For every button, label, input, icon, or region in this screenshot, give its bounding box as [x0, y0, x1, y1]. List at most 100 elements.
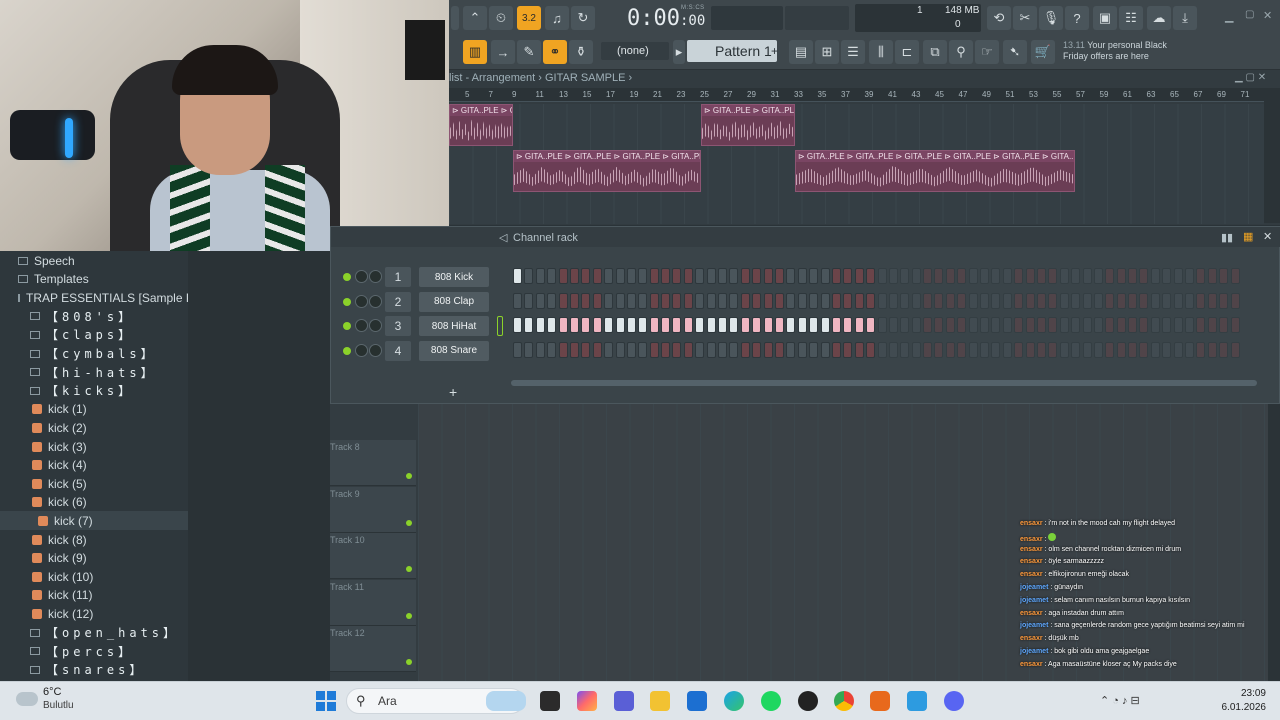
step-button[interactable] — [843, 341, 853, 358]
browser-file-item[interactable]: kick (7) — [0, 511, 188, 531]
toolbar-grip[interactable] — [451, 6, 459, 30]
step-button[interactable] — [786, 317, 796, 333]
step-button[interactable] — [604, 292, 614, 309]
step-button[interactable] — [1162, 341, 1172, 358]
step-button[interactable] — [1219, 268, 1229, 284]
step-button[interactable] — [706, 317, 716, 333]
step-button[interactable] — [581, 292, 591, 309]
step-button[interactable] — [718, 341, 728, 358]
step-button[interactable] — [1071, 341, 1081, 358]
step-button[interactable] — [763, 317, 773, 333]
browser-file-item[interactable]: kick (9) — [0, 549, 188, 568]
channel-pan-knob[interactable] — [355, 343, 368, 357]
channel-pan-knob[interactable] — [355, 294, 368, 308]
step-button[interactable] — [980, 268, 990, 284]
channel-rack-titlebar[interactable] — [331, 227, 1280, 247]
step-button[interactable] — [1014, 341, 1024, 358]
step-button[interactable] — [1025, 268, 1035, 284]
channel-mute-led[interactable] — [343, 297, 351, 306]
step-button[interactable] — [695, 268, 705, 284]
terminal-icon[interactable] — [540, 691, 560, 711]
step-button[interactable] — [729, 292, 739, 309]
save-icon[interactable]: ▣ — [1093, 6, 1117, 30]
step-button[interactable] — [706, 341, 716, 358]
step-button[interactable] — [661, 317, 671, 333]
browser-folder-item[interactable]: 【kicks】 — [0, 381, 188, 400]
step-button[interactable] — [1082, 268, 1092, 284]
browser-tree-icon[interactable]: ⊏ — [895, 40, 919, 64]
step-button[interactable] — [1116, 341, 1126, 358]
step-button[interactable] — [1219, 341, 1229, 358]
step-button[interactable] — [683, 341, 693, 358]
step-button[interactable] — [1219, 292, 1229, 309]
step-button[interactable] — [740, 341, 750, 358]
browser-file-item[interactable]: kick (5) — [0, 474, 188, 493]
windows-start-icon[interactable] — [316, 691, 336, 711]
channel-mixer-track[interactable]: 4 — [385, 340, 411, 361]
step-button[interactable] — [1002, 292, 1012, 309]
file-explorer-icon[interactable] — [650, 691, 670, 711]
play-pattern-icon[interactable]: ▸ — [673, 40, 685, 64]
step-button[interactable] — [1173, 317, 1183, 333]
step-button[interactable] — [524, 317, 534, 333]
step-button[interactable] — [718, 317, 728, 333]
touch-keyboard-icon[interactable]: ☞ — [975, 40, 999, 64]
step-button[interactable] — [1093, 268, 1103, 284]
step-button[interactable] — [638, 341, 648, 358]
step-button[interactable] — [809, 292, 819, 309]
channel-mute-led[interactable] — [343, 346, 351, 355]
step-button[interactable] — [763, 268, 773, 284]
close-rack-icon[interactable]: ✕ — [1263, 230, 1272, 243]
step-button[interactable] — [1025, 341, 1035, 358]
step-button[interactable] — [649, 268, 659, 284]
channel-mixer-track[interactable]: 2 — [385, 291, 411, 312]
step-button[interactable] — [615, 292, 625, 309]
step-button[interactable] — [1071, 268, 1081, 284]
browser-folder-item[interactable]: 【percs】 — [0, 642, 188, 661]
step-button[interactable] — [877, 292, 887, 309]
discord-icon[interactable] — [944, 691, 964, 711]
track-active-led[interactable] — [406, 612, 412, 619]
step-button[interactable] — [752, 292, 762, 309]
step-button[interactable] — [1150, 317, 1160, 333]
track-active-led[interactable] — [406, 519, 412, 526]
weather-temperature[interactable]: 6°C — [43, 686, 61, 698]
record-animation-icon[interactable]: ➷ — [1003, 40, 1027, 64]
step-button[interactable] — [991, 292, 1001, 309]
step-button[interactable] — [957, 292, 967, 309]
step-button[interactable] — [854, 268, 864, 284]
step-button[interactable] — [843, 317, 853, 333]
loop-record-icon[interactable]: ↻ — [571, 6, 595, 30]
step-button[interactable] — [831, 341, 841, 358]
step-button[interactable] — [626, 317, 636, 333]
step-button[interactable] — [843, 268, 853, 284]
step-button[interactable] — [957, 341, 967, 358]
step-button[interactable] — [626, 341, 636, 358]
step-button[interactable] — [1105, 341, 1115, 358]
step-button[interactable] — [1002, 317, 1012, 333]
step-button[interactable] — [661, 268, 671, 284]
step-button[interactable] — [1059, 317, 1069, 333]
step-button[interactable] — [1230, 268, 1240, 284]
maximize-icon[interactable]: ▢ — [1245, 9, 1254, 20]
step-button[interactable] — [1116, 292, 1126, 309]
step-button[interactable] — [934, 341, 944, 358]
step-button[interactable] — [786, 341, 796, 358]
channel-select-indicator[interactable] — [497, 316, 503, 336]
step-button[interactable] — [1230, 341, 1240, 358]
step-button[interactable] — [569, 292, 579, 309]
step-button[interactable] — [1230, 292, 1240, 309]
step-button[interactable] — [1139, 341, 1149, 358]
step-button[interactable] — [1185, 292, 1195, 309]
step-button[interactable] — [524, 268, 534, 284]
step-button[interactable] — [774, 292, 784, 309]
step-button[interactable] — [1150, 341, 1160, 358]
audio-clip[interactable]: ⊳ GITA..PLE ⊳ GITA..PLE — [449, 104, 513, 146]
step-button[interactable] — [911, 292, 921, 309]
step-button[interactable] — [695, 317, 705, 333]
step-button[interactable] — [1196, 317, 1206, 333]
step-button[interactable] — [1036, 292, 1046, 309]
browser-folder-item[interactable]: 【claps】 — [0, 325, 188, 344]
track-header[interactable]: Track 12 — [330, 626, 416, 672]
step-button[interactable] — [1105, 268, 1115, 284]
